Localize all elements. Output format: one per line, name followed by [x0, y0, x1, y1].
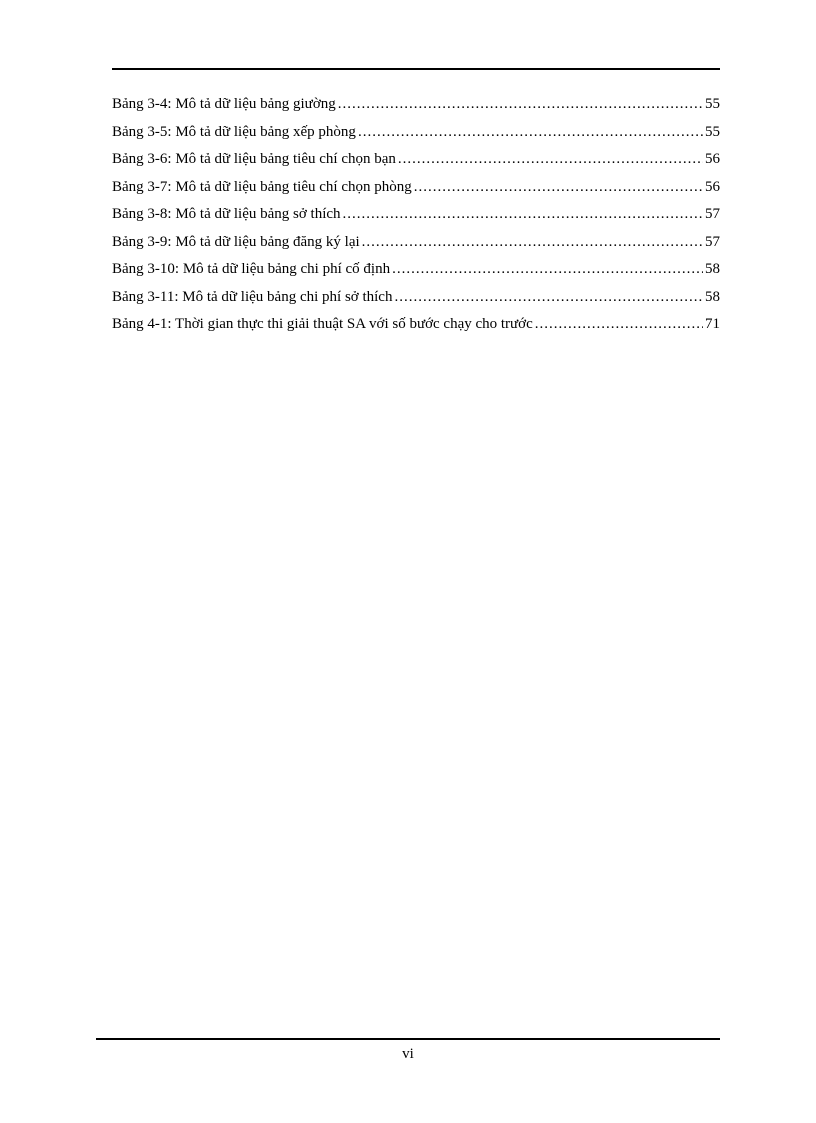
toc-label: Bảng 3-6: Mô tả dữ liệu bảng tiêu chí ch… — [112, 149, 396, 170]
toc-page: 55 — [705, 122, 720, 143]
toc-leader — [535, 314, 703, 335]
toc-page: 57 — [705, 204, 720, 225]
bottom-horizontal-rule — [96, 1038, 720, 1040]
toc-label: Bảng 4-1: Thời gian thực thi giải thuật … — [112, 314, 533, 335]
toc-page: 57 — [705, 232, 720, 253]
toc-leader — [414, 177, 703, 198]
toc-page: 55 — [705, 94, 720, 115]
toc-label: Bảng 3-5: Mô tả dữ liệu bảng xếp phòng — [112, 122, 356, 143]
toc-label: Bảng 3-8: Mô tả dữ liệu bảng sở thích — [112, 204, 341, 225]
toc-entry: Bảng 3-7: Mô tả dữ liệu bảng tiêu chí ch… — [112, 177, 720, 198]
toc-leader — [362, 232, 703, 253]
toc-entry: Bảng 3-10: Mô tả dữ liệu bảng chi phí cố… — [112, 259, 720, 280]
toc-leader — [394, 287, 703, 308]
toc-leader — [392, 259, 703, 280]
table-of-contents: Bảng 3-4: Mô tả dữ liệu bảng giường 55 B… — [112, 94, 720, 335]
toc-label: Bảng 3-9: Mô tả dữ liệu bảng đăng ký lại — [112, 232, 360, 253]
toc-page: 56 — [705, 149, 720, 170]
toc-page: 71 — [705, 314, 720, 335]
toc-label: Bảng 3-10: Mô tả dữ liệu bảng chi phí cố… — [112, 259, 390, 280]
toc-leader — [358, 122, 703, 143]
toc-entry: Bảng 3-9: Mô tả dữ liệu bảng đăng ký lại… — [112, 232, 720, 253]
toc-page: 58 — [705, 259, 720, 280]
toc-label: Bảng 3-7: Mô tả dữ liệu bảng tiêu chí ch… — [112, 177, 412, 198]
toc-leader — [398, 149, 703, 170]
toc-entry: Bảng 3-11: Mô tả dữ liệu bảng chi phí sở… — [112, 287, 720, 308]
toc-label: Bảng 3-4: Mô tả dữ liệu bảng giường — [112, 94, 336, 115]
toc-entry: Bảng 3-8: Mô tả dữ liệu bảng sở thích 57 — [112, 204, 720, 225]
toc-page: 58 — [705, 287, 720, 308]
toc-entry: Bảng 3-5: Mô tả dữ liệu bảng xếp phòng 5… — [112, 122, 720, 143]
toc-leader — [338, 94, 703, 115]
toc-leader — [343, 204, 703, 225]
toc-entry: Bảng 3-4: Mô tả dữ liệu bảng giường 55 — [112, 94, 720, 115]
page-number: vi — [96, 1046, 720, 1063]
toc-label: Bảng 3-11: Mô tả dữ liệu bảng chi phí sở… — [112, 287, 392, 308]
top-horizontal-rule — [112, 68, 720, 70]
document-page: Bảng 3-4: Mô tả dữ liệu bảng giường 55 B… — [0, 0, 816, 1123]
toc-page: 56 — [705, 177, 720, 198]
page-footer: vi — [96, 1038, 720, 1063]
toc-entry: Bảng 3-6: Mô tả dữ liệu bảng tiêu chí ch… — [112, 149, 720, 170]
toc-entry: Bảng 4-1: Thời gian thực thi giải thuật … — [112, 314, 720, 335]
